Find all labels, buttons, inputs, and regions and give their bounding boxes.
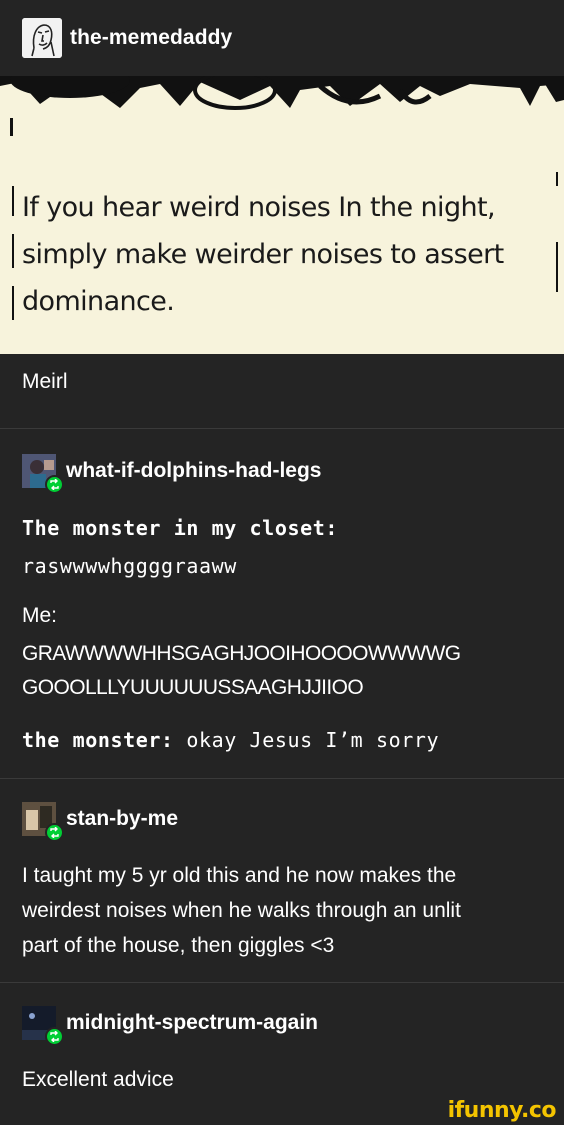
reblog-text: Excellent advice	[22, 1068, 174, 1091]
meme-text-line: simply make weirder noises to assert	[22, 239, 504, 270]
me-line: GOOOLLLYUUUUUUSSAAGHJJIIOO	[22, 676, 364, 699]
reblog-username[interactable]: midnight-spectrum-again	[66, 1011, 318, 1035]
meme-left-marks	[12, 186, 14, 320]
divider	[0, 778, 564, 779]
divider	[0, 982, 564, 983]
reblog-text: raswwwwhggggraaww	[22, 554, 237, 578]
reblog-text: I taught my 5 yr old this and he now mak…	[22, 864, 457, 887]
reblog-header: midnight-spectrum-again	[22, 1006, 318, 1046]
reblog-icon	[45, 1027, 64, 1046]
reblog-username[interactable]: what-if-dolphins-had-legs	[66, 459, 321, 483]
meme-right-marks	[556, 172, 558, 292]
reblog-icon	[45, 475, 64, 494]
avatar[interactable]	[22, 18, 62, 58]
meme-text-line: dominance.	[22, 286, 175, 317]
reblog-username[interactable]: stan-by-me	[66, 807, 178, 831]
ifunny-watermark: ifunny.co	[447, 1098, 557, 1123]
post-caption: Meirl	[22, 370, 68, 393]
reblog-header: what-if-dolphins-had-legs	[22, 454, 321, 494]
avatar-sketch-face-icon	[22, 18, 62, 58]
reblog-header: stan-by-me	[22, 802, 178, 842]
reblog-icon	[45, 823, 64, 842]
reblog-text: part of the house, then giggles <3	[22, 934, 335, 957]
bold-text: The monster in my closet:	[22, 516, 339, 540]
reblog-text: weirdest noises when he walks through an…	[22, 899, 461, 922]
meme-image: If you hear weird noises In the night, s…	[0, 76, 564, 354]
post-username[interactable]: the-memedaddy	[70, 26, 232, 50]
meme-text: If you hear weird noises In the night, s…	[22, 184, 542, 325]
meme-text-line: If you hear weird noises In the night,	[22, 192, 496, 223]
meme-decoration	[0, 76, 564, 142]
monster-text: okay Jesus I’m sorry	[173, 728, 440, 752]
avatar[interactable]	[22, 454, 64, 494]
reblog-text: The monster in my closet:	[22, 516, 338, 540]
avatar[interactable]	[22, 802, 64, 842]
me-line: GRAWWWWHHSGAGHJOOIHOOOOWWWWG	[22, 642, 461, 665]
post-header: the-memedaddy	[0, 0, 564, 76]
bold-text: the monster:	[22, 728, 174, 752]
avatar[interactable]	[22, 1006, 64, 1046]
me-label: Me:	[22, 604, 58, 627]
divider	[0, 428, 564, 429]
monster-line: the monster: okay Jesus I’m sorry	[22, 728, 439, 752]
